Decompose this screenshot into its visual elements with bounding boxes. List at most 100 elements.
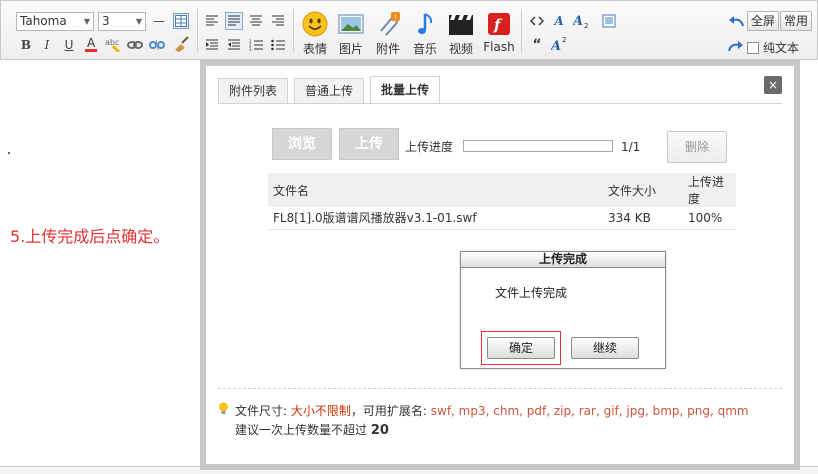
fullscreen-button[interactable]: 全屏 <box>747 11 780 31</box>
align-justify-icon[interactable] <box>225 12 243 30</box>
underline-icon[interactable]: U <box>61 37 77 53</box>
flash-icon: f <box>486 11 512 37</box>
file-progress-cell: 100% <box>683 207 736 230</box>
modal-title: 上传完成 <box>461 252 665 268</box>
progress-label: 上传进度 <box>405 140 454 154</box>
upload-dialog: 附件列表 普通上传 批量上传 × 浏览 上传 上传进度 1/1 删除 文件名 文… <box>200 60 800 470</box>
music-label: 音乐 <box>412 42 437 56</box>
toolbar-divider <box>197 9 198 53</box>
chevron-down-icon: ▼ <box>83 17 90 26</box>
file-size-cell: 334 KB <box>603 207 683 230</box>
table-header-row: 文件名 文件大小 上传进度 <box>268 173 736 207</box>
size-limit-prefix: 文件尺寸: <box>235 404 288 418</box>
plain-text-label: 纯文本 <box>763 41 800 55</box>
font-style-icon[interactable]: A <box>551 13 567 29</box>
ok-button[interactable]: 确定 <box>487 337 555 359</box>
svg-text:A: A <box>87 36 96 50</box>
outdent-icon[interactable] <box>204 37 220 53</box>
progress-count: 1/1 <box>621 140 641 154</box>
upload-hint: 文件尺寸: 大小不限制，可用扩展名: swf, mp3, chm, pdf, z… <box>218 402 749 440</box>
svg-text:3: 3 <box>249 47 252 51</box>
column-header-filename: 文件名 <box>268 173 603 207</box>
count-limit-prefix: 建议一次上传数量不超过 <box>235 423 368 437</box>
column-header-filesize: 文件大小 <box>603 173 683 207</box>
link-icon[interactable] <box>127 37 143 53</box>
cursor-dot <box>8 152 10 154</box>
attachment-button[interactable]: ! 附件 <box>369 11 407 57</box>
upload-button[interactable]: 上传 <box>339 128 399 160</box>
video-label: 视频 <box>448 42 473 56</box>
redo-icon[interactable] <box>728 38 744 54</box>
close-button[interactable]: × <box>764 76 782 94</box>
emoticon-button[interactable]: 表情 <box>296 11 334 57</box>
tab-normal-upload[interactable]: 普通上传 <box>294 78 365 104</box>
font-family-select[interactable]: Tahoma ▼ <box>16 12 94 31</box>
preview-icon[interactable] <box>601 13 617 29</box>
instruction-text: 5.上传完成后点确定。 <box>10 227 170 246</box>
video-button[interactable]: 视频 <box>442 11 480 57</box>
column-header-progress: 上传进度 <box>683 173 736 207</box>
editor-toolbar: Tahoma ▼ 3 ▼ — B I U A abc 1 2 3 表情 图片 !… <box>0 0 818 60</box>
dialog-tabs: 附件列表 普通上传 批量上传 <box>218 76 446 104</box>
table-icon[interactable] <box>173 13 189 29</box>
highlight-color-icon[interactable]: abc <box>105 36 121 52</box>
plain-text-toggle[interactable]: 纯文本 <box>747 39 799 56</box>
chevron-down-icon: ▼ <box>135 17 142 26</box>
tab-underline <box>218 103 782 104</box>
clapperboard-icon <box>448 11 474 37</box>
svg-text:A: A <box>573 14 583 29</box>
svg-text:abc: abc <box>105 38 119 47</box>
count-limit-value: 20 <box>370 423 389 438</box>
file-name-cell: FL8[1].0版谱谱风播放器v3.1-01.swf <box>268 207 603 230</box>
smiley-icon <box>302 11 328 37</box>
font-size-value: 3 <box>102 14 110 28</box>
align-right-icon[interactable] <box>270 13 286 29</box>
toolbar-divider <box>521 9 522 53</box>
table-row[interactable]: FL8[1].0版谱谱风播放器v3.1-01.swf 334 KB 100% <box>268 207 736 230</box>
font-size-select[interactable]: 3 ▼ <box>98 12 146 31</box>
horizontal-rule-icon[interactable]: — <box>151 13 167 29</box>
quote-icon[interactable]: “ <box>529 37 545 53</box>
toolbar-divider <box>293 9 294 53</box>
svg-text:!: ! <box>394 14 397 22</box>
align-left-icon[interactable] <box>204 13 220 29</box>
undo-icon[interactable] <box>728 13 744 29</box>
plain-text-checkbox[interactable] <box>747 41 759 54</box>
size-limit-value: 大小不限制 <box>290 404 351 418</box>
browse-button[interactable]: 浏览 <box>272 128 332 160</box>
tab-batch-upload[interactable]: 批量上传 <box>370 76 441 104</box>
bold-icon[interactable]: B <box>18 37 34 53</box>
file-table: 文件名 文件大小 上传进度 FL8[1].0版谱谱风播放器v3.1-01.swf… <box>268 173 736 230</box>
attachment-label: 附件 <box>375 42 400 56</box>
indent-icon[interactable] <box>226 37 242 53</box>
source-code-icon[interactable] <box>529 13 545 29</box>
ordered-list-icon[interactable]: 123 <box>248 37 264 53</box>
music-button[interactable]: 音乐 <box>406 11 444 57</box>
emoticon-label: 表情 <box>302 42 327 56</box>
font-family-value: Tahoma <box>20 14 67 28</box>
italic-icon[interactable]: I <box>39 37 55 53</box>
clear-format-icon[interactable] <box>173 36 189 52</box>
upload-progress-bar <box>463 140 613 152</box>
extension-prefix: ，可用扩展名: <box>350 404 427 418</box>
flash-button[interactable]: f Flash <box>480 11 518 57</box>
unlink-icon[interactable] <box>149 37 165 53</box>
continue-button[interactable]: 继续 <box>571 337 639 359</box>
tab-attachment-list[interactable]: 附件列表 <box>218 78 289 104</box>
music-note-icon <box>412 11 438 37</box>
modal-message: 文件上传完成 <box>495 286 568 300</box>
flash-label: Flash <box>483 40 515 54</box>
hint-divider <box>218 388 782 389</box>
unordered-list-icon[interactable] <box>270 37 286 53</box>
font-color-icon[interactable]: A <box>83 36 99 52</box>
lightbulb-icon <box>218 402 230 421</box>
common-button[interactable]: 常用 <box>780 11 813 31</box>
svg-text:2: 2 <box>562 36 566 44</box>
delete-button[interactable]: 删除 <box>667 131 727 163</box>
image-label: 图片 <box>338 42 363 56</box>
subscript-icon[interactable]: A2 <box>573 13 589 29</box>
image-button[interactable]: 图片 <box>332 11 370 57</box>
svg-text:A: A <box>551 39 561 52</box>
superscript-icon[interactable]: A2 <box>551 36 567 52</box>
align-center-icon[interactable] <box>248 13 264 29</box>
